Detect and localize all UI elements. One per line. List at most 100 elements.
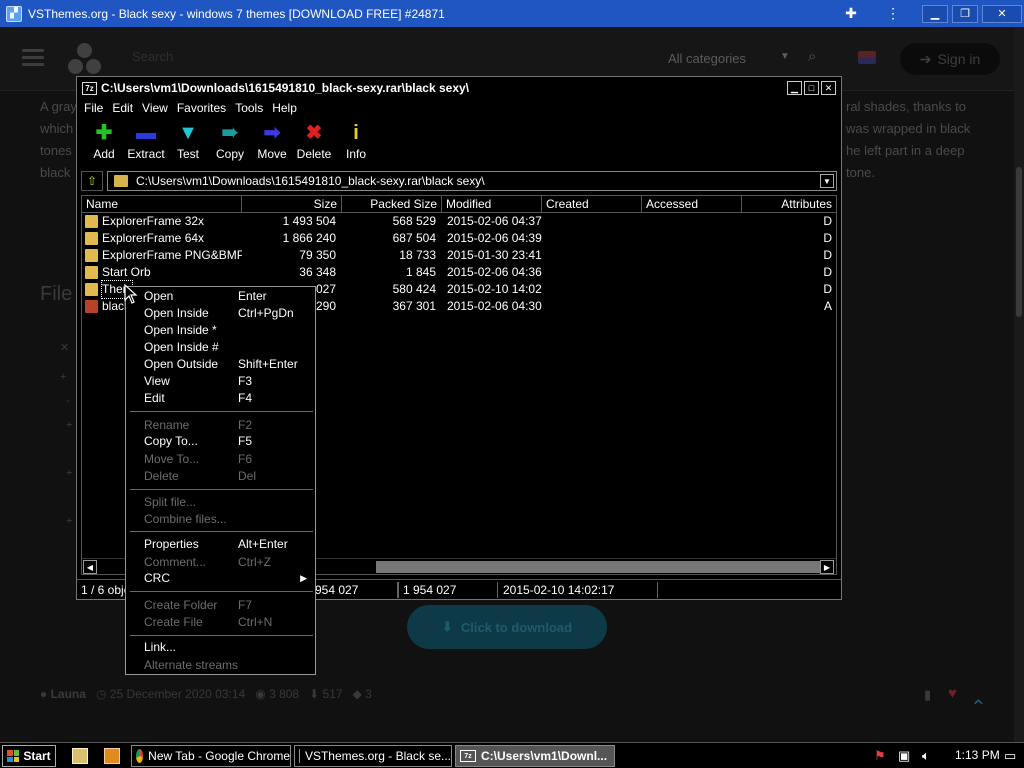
taskbar-item-vsthemes[interactable]: VSThemes.org - Black se... (294, 745, 452, 767)
table-row[interactable]: ExplorerFrame 64x 1 866 240 687 504 2015… (82, 230, 836, 247)
menu-item-open-inside-hash[interactable]: Open Inside # (126, 339, 315, 356)
search-icon[interactable]: ⌕ (808, 48, 816, 65)
tree-expander[interactable]: + (66, 467, 72, 479)
taskbar-item-chrome[interactable]: New Tab - Google Chrome (131, 745, 291, 767)
menu-favorites[interactable]: Favorites (177, 101, 226, 115)
info-button[interactable]: i Info (335, 121, 377, 169)
table-row[interactable]: ExplorerFrame PNG&BMP ... 79 350 18 733 … (82, 247, 836, 264)
table-row[interactable]: Start Orb 36 348 1 845 2015-02-06 04:36 … (82, 264, 836, 281)
menu-item-open-outside[interactable]: Open Outside Shift+Enter (126, 356, 315, 373)
menu-item-edit[interactable]: Edit F4 (126, 390, 315, 407)
row-attributes: D (823, 282, 832, 296)
menu-item-label: Delete (144, 469, 179, 483)
column-header-packed-size[interactable]: Packed Size (342, 196, 442, 213)
column-header-modified[interactable]: Modified (442, 196, 542, 213)
files-heading: File (40, 283, 73, 305)
menu-tools[interactable]: Tools (235, 101, 263, 115)
menu-item-link[interactable]: Link... (126, 639, 315, 656)
menu-item-label: Alternate streams (144, 658, 239, 672)
scroll-right-button[interactable]: ▶ (820, 560, 834, 574)
menu-item-open[interactable]: Open Enter (126, 288, 315, 305)
categories-dropdown[interactable]: All categories (668, 51, 746, 66)
site-logo[interactable] (66, 41, 102, 77)
add-icon: ✚ (95, 122, 113, 144)
menu-item-crc[interactable]: CRC ▶ (126, 570, 315, 587)
row-modified: 2015-02-06 04:36 (447, 265, 542, 279)
tree-expander[interactable]: + (60, 371, 66, 383)
browser-close-button[interactable]: ✕ (982, 4, 1022, 23)
download-button[interactable]: ⬇ Click to download (407, 605, 607, 649)
scroll-left-button[interactable]: ◀ (83, 560, 97, 574)
sign-in-button[interactable]: ➔ Sign in (900, 43, 1000, 75)
taskbar-clock[interactable]: 1:13 PM (955, 748, 1000, 762)
column-header-attributes[interactable]: Attributes (742, 196, 836, 213)
sevenzip-maximize-button[interactable]: □ (804, 81, 819, 95)
menu-item-shortcut: F4 (238, 391, 253, 405)
delete-button[interactable]: ✖ Delete (293, 121, 335, 169)
language-flag-icon[interactable] (858, 51, 876, 64)
site-search-input[interactable]: Search (132, 49, 173, 64)
scroll-top-icon[interactable]: ⌃ (970, 695, 987, 720)
menu-edit[interactable]: Edit (112, 101, 133, 115)
description-line: ral shades, thanks to (846, 99, 966, 114)
menu-view[interactable]: View (142, 101, 168, 115)
table-row[interactable]: ExplorerFrame 32x 1 493 504 568 529 2015… (82, 213, 836, 230)
tree-expander[interactable]: - (66, 395, 70, 407)
action-center-flag-icon[interactable]: ⚑ (874, 748, 886, 764)
menu-item-label: Open (144, 289, 174, 303)
bookmark-icon[interactable]: ▮ (924, 687, 931, 703)
volume-icon[interactable]: 🔈︎ (922, 748, 930, 764)
description-line: he left part in a deep (846, 143, 965, 158)
start-button[interactable]: Start (2, 745, 56, 767)
folder-up-button[interactable]: ⇧ (81, 171, 103, 191)
downloads-count: 517 (322, 687, 343, 701)
tree-expander[interactable]: + (66, 419, 72, 431)
hamburger-menu-icon[interactable] (22, 49, 44, 67)
column-header-size[interactable]: Size (242, 196, 342, 213)
column-header-accessed[interactable]: Accessed (642, 196, 742, 213)
test-button[interactable]: ▼ Test (167, 121, 209, 169)
menu-help[interactable]: Help (272, 101, 297, 115)
copy-button[interactable]: ➠ Copy (209, 121, 251, 169)
heart-icon[interactable]: ♥ (948, 685, 957, 702)
menu-item-open-inside-star[interactable]: Open Inside * (126, 322, 315, 339)
menu-item-label: Link... (144, 640, 177, 654)
more-menu-icon[interactable]: ⋮ (882, 5, 904, 22)
post-meta: ● Launa ◷ 25 December 2020 03:14 ◉ 3 808… (40, 687, 372, 701)
sevenzip-minimize-button[interactable]: ▁ (787, 81, 802, 95)
move-button[interactable]: ➡ Move (251, 121, 293, 169)
folder-icon (85, 249, 98, 262)
menu-item-copy-to[interactable]: Copy To... F5 (126, 433, 315, 450)
page-scrollbar[interactable] (1014, 27, 1024, 742)
menu-file[interactable]: File (84, 101, 103, 115)
browser-restore-button[interactable]: ❐ (952, 4, 978, 23)
extract-icon: ▬ (136, 122, 156, 144)
sevenzip-close-button[interactable]: ✕ (821, 81, 836, 95)
page-scrollbar-thumb[interactable] (1016, 167, 1022, 317)
sevenzip-toolbar: ✚ Add ▬ Extract ▼ Test ➠ Copy ➡ Move ✖ Delete … (83, 121, 377, 169)
file-explorer-icon[interactable] (72, 748, 88, 764)
tree-expander[interactable]: + (66, 515, 72, 527)
browser-minimize-button[interactable]: ▁ (922, 4, 948, 23)
add-button[interactable]: ✚ Add (83, 121, 125, 169)
horizontal-scrollbar-thumb[interactable] (376, 561, 820, 573)
menu-item-properties[interactable]: Properties Alt+Enter (126, 536, 315, 553)
row-modified: 2015-02-06 04:30 (447, 299, 542, 313)
column-header-created[interactable]: Created (542, 196, 642, 213)
show-desktop-icon[interactable]: ▭ (1004, 748, 1016, 764)
menu-item-open-inside[interactable]: Open Inside Ctrl+PgDn (126, 305, 315, 322)
network-icon[interactable]: ▣ (898, 748, 910, 764)
extract-button[interactable]: ▬ Extract (125, 121, 167, 169)
menu-item-view[interactable]: View F3 (126, 373, 315, 390)
media-player-icon[interactable] (104, 748, 120, 764)
address-dropdown-button[interactable]: ▼ (820, 174, 834, 188)
row-packed: 568 529 (392, 214, 436, 228)
sevenzip-titlebar[interactable]: 7z C:\Users\vm1\Downloads\1615491810_bla… (77, 77, 841, 99)
address-combobox[interactable]: C:\Users\vm1\Downloads\1615491810_black-… (107, 171, 837, 191)
extensions-puzzle-icon[interactable]: ✚ (840, 5, 862, 22)
comment-icon: ◆ (352, 687, 362, 701)
column-header-name[interactable]: Name (82, 196, 242, 213)
taskbar-item-7zip[interactable]: 7z C:\Users\vm1\Downl... (455, 745, 615, 767)
taskbar-item-label: VSThemes.org - Black se... (304, 749, 451, 763)
author-link[interactable]: Launa (51, 687, 86, 701)
